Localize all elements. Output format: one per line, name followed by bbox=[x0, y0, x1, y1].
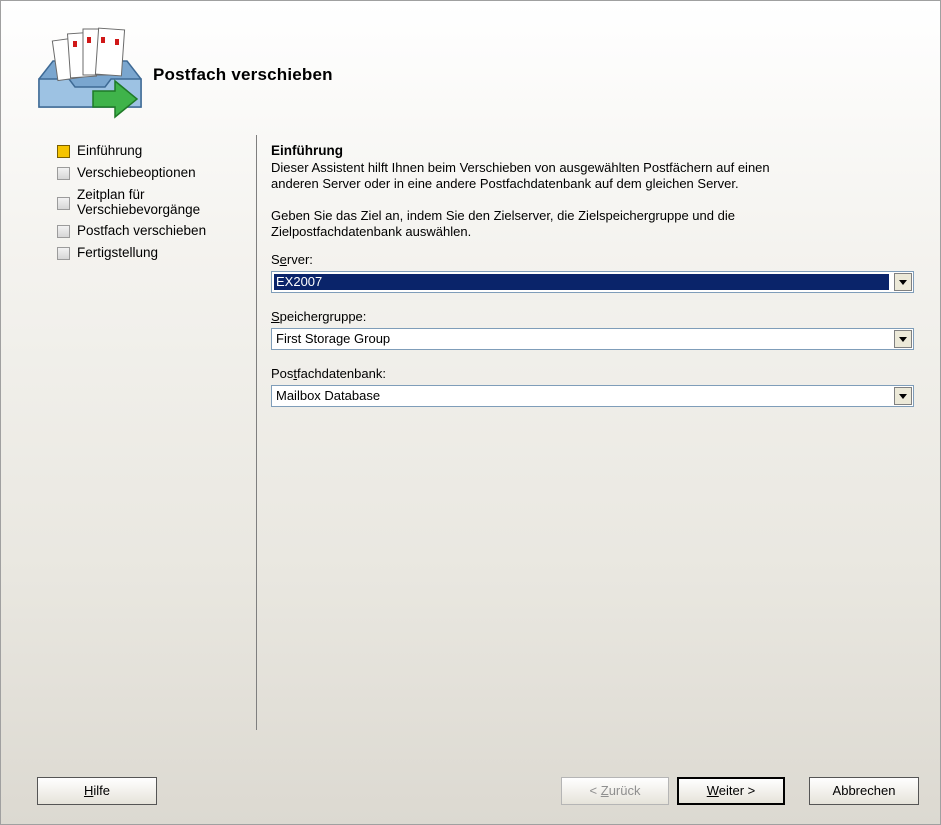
section-title: Einführung bbox=[271, 143, 343, 158]
server-dropdown[interactable]: EX2007 bbox=[271, 271, 914, 293]
chevron-down-icon[interactable] bbox=[894, 387, 912, 405]
step-einfuehrung: Einführung bbox=[55, 143, 255, 159]
instruction-paragraph: Geben Sie das Ziel an, indem Sie den Zie… bbox=[271, 208, 921, 240]
chevron-down-icon[interactable] bbox=[894, 273, 912, 291]
step-label: Verschiebeoptionen bbox=[77, 165, 196, 180]
storage-group-dropdown[interactable]: First Storage Group bbox=[271, 328, 914, 350]
step-active-indicator bbox=[57, 145, 70, 158]
back-button[interactable]: < Zurück bbox=[561, 777, 669, 805]
step-fertigstellung: Fertigstellung bbox=[55, 245, 255, 261]
intro-line-1: Dieser Assistent hilft Ihnen beim Versch… bbox=[271, 160, 770, 175]
wizard-window: Postfach verschieben Einführung Verschie… bbox=[0, 0, 941, 825]
storage-group-value: First Storage Group bbox=[276, 331, 391, 346]
wizard-header: Postfach verschieben bbox=[1, 1, 940, 131]
step-label: Postfach verschieben bbox=[77, 223, 207, 238]
cancel-button[interactable]: Abbrechen bbox=[809, 777, 919, 805]
wizard-title: Postfach verschieben bbox=[153, 65, 333, 84]
step-verschiebeoptionen: Verschiebeoptionen bbox=[55, 165, 255, 181]
database-value: Mailbox Database bbox=[276, 388, 381, 403]
step-label-line1: Zeitplan für bbox=[77, 187, 145, 202]
instruction-line-1: Geben Sie das Ziel an, indem Sie den Zie… bbox=[271, 208, 735, 223]
step-label: Einführung bbox=[77, 143, 143, 158]
step-zeitplan: Zeitplan für Verschiebevorgänge bbox=[55, 187, 255, 217]
step-postfach-verschieben: Postfach verschieben bbox=[55, 223, 255, 239]
server-value: EX2007 bbox=[274, 274, 889, 290]
database-label: Postfachdatenbank: bbox=[271, 366, 386, 381]
mailbox-move-icon bbox=[38, 27, 142, 119]
intro-line-2: anderen Server oder in eine andere Postf… bbox=[271, 176, 739, 191]
wizard-steps-list: Einführung Verschiebeoptionen Zeitplan f… bbox=[55, 143, 255, 267]
wizard-content: Einführung Dieser Assistent hilft Ihnen … bbox=[271, 143, 921, 423]
storage-group-label: Speichergruppe: bbox=[271, 309, 367, 324]
step-indicator bbox=[57, 247, 70, 260]
next-button[interactable]: Weiter > bbox=[677, 777, 785, 805]
step-label: Fertigstellung bbox=[77, 245, 159, 260]
instruction-line-2: Zielpostfachdatenbank auswählen. bbox=[271, 224, 472, 239]
help-button[interactable]: Hilfe bbox=[37, 777, 157, 805]
step-label-line2: Verschiebevorgänge bbox=[77, 202, 201, 217]
step-indicator bbox=[57, 225, 70, 238]
chevron-down-icon[interactable] bbox=[894, 330, 912, 348]
intro-paragraph: Dieser Assistent hilft Ihnen beim Versch… bbox=[271, 160, 921, 192]
database-dropdown[interactable]: Mailbox Database bbox=[271, 385, 914, 407]
vertical-divider bbox=[256, 135, 257, 730]
step-indicator bbox=[57, 197, 70, 210]
server-label: Server: bbox=[271, 252, 313, 267]
step-indicator bbox=[57, 167, 70, 180]
